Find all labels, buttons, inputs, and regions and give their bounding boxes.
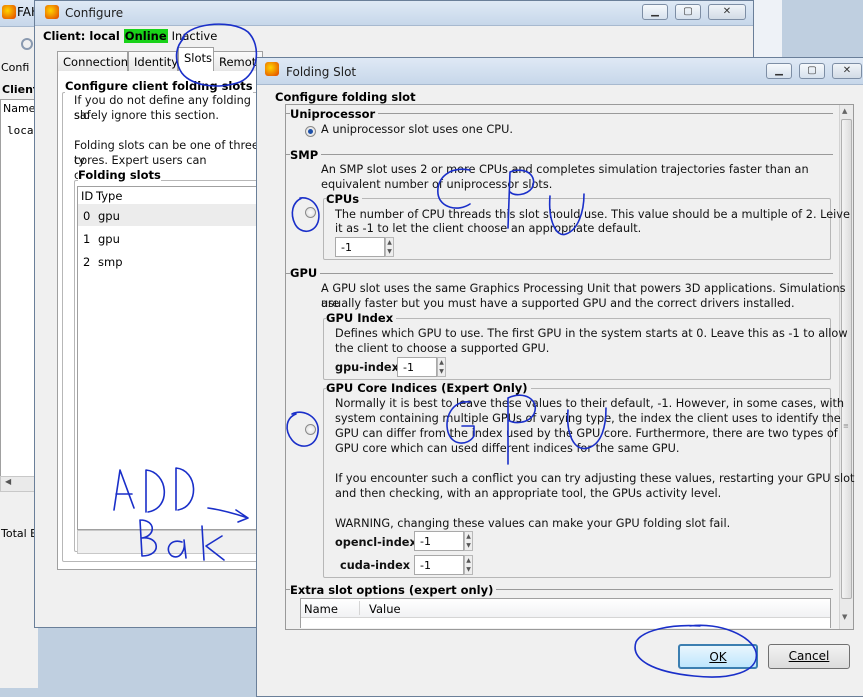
dialog-title: Folding Slot: [286, 65, 357, 79]
smp-rule: [286, 154, 833, 155]
configure-titlebar: Configure ▁ ▢ ✕: [35, 1, 753, 26]
client-slots-title: Configure client folding slots: [65, 79, 253, 93]
fah-toolbar-icon[interactable]: [21, 38, 33, 50]
row-type: gpu: [98, 232, 120, 246]
tab-connection[interactable]: Connection: [57, 51, 128, 71]
gpu-index-title: GPU Index: [326, 311, 397, 325]
tab-identity[interactable]: Identity: [128, 51, 178, 71]
smp-desc-1: An SMP slot uses 2 or more CPUs and comp…: [321, 163, 809, 176]
dialog-maximize-button[interactable]: ▢: [799, 63, 825, 79]
gpu-core-desc-1: Normally it is best to leave these value…: [335, 397, 845, 410]
opencl-index-input[interactable]: -1: [414, 531, 464, 551]
fah-config-label[interactable]: Confi: [1, 61, 29, 74]
table-row[interactable]: 2 smp: [78, 250, 256, 272]
cpus-input[interactable]: -1: [335, 237, 385, 257]
fah-hscroll[interactable]: ◀: [0, 476, 36, 492]
configure-minimize-button[interactable]: ▁: [642, 4, 668, 20]
status-inactive-text: Inactive: [171, 29, 218, 43]
configure-close-button[interactable]: ✕: [708, 4, 746, 20]
row-id: 0: [83, 209, 91, 223]
client-name: Client: local: [43, 29, 120, 43]
cpus-desc-1: The number of CPU threads this slot shou…: [335, 208, 850, 221]
tab-slots[interactable]: Slots: [178, 47, 214, 71]
col-type: Type: [96, 189, 123, 203]
extra-col-name: Name: [304, 602, 338, 616]
gpu-core-desc-2: system containing multiple GPUs of varyi…: [335, 412, 841, 425]
row-id: 2: [83, 255, 91, 269]
scroll-up-arrow-icon[interactable]: ▲: [842, 107, 847, 115]
scroll-down-arrow-icon[interactable]: ▼: [842, 613, 847, 621]
uniprocessor-radio[interactable]: [305, 126, 316, 137]
client-slots-group: Configure client folding slots If you do…: [62, 79, 262, 566]
gpu-core-desc-5: If you encounter such a conflict you can…: [335, 472, 855, 485]
dialog-heading: Configure folding slot: [275, 90, 416, 104]
table-row[interactable]: 0 gpu: [78, 204, 256, 226]
dialog-app-icon: [265, 62, 279, 76]
folding-slots-title: Folding slots: [78, 168, 161, 182]
configure-client-label: Client: local Online Inactive: [43, 29, 217, 43]
smp-radio[interactable]: [305, 207, 316, 218]
gpu-title: GPU: [290, 266, 321, 280]
uniprocessor-desc: A uniprocessor slot uses one CPU.: [321, 123, 513, 136]
configure-title: Configure: [65, 6, 124, 20]
gpu-core-warning: WARNING, changing these values can make …: [335, 517, 731, 530]
dialog-vscrollbar[interactable]: ▲ ≡ ▼: [839, 105, 853, 629]
cpus-title: CPUs: [326, 192, 363, 206]
ok-button[interactable]: OK: [678, 644, 758, 669]
gpu-index-desc-1: Defines which GPU to use. The first GPU …: [335, 327, 848, 340]
cuda-index-input[interactable]: -1: [414, 555, 464, 575]
extra-options-table[interactable]: Name Value: [300, 598, 831, 628]
table-row[interactable]: 1 gpu: [78, 227, 256, 249]
fah-total-label: Total E: [1, 527, 38, 540]
cancel-label: Cancel: [788, 649, 830, 663]
smp-desc-2: equivalent number of uniprocessor slots.: [321, 178, 553, 191]
extra-col-value: Value: [369, 602, 401, 616]
row-id: 1: [83, 232, 91, 246]
uniprocessor-title: Uniprocessor: [290, 107, 379, 121]
gpu-rule: [286, 273, 833, 274]
gpu-core-desc-6: and then checking, with an appropriate t…: [335, 487, 722, 500]
configure-maximize-button[interactable]: ▢: [675, 4, 701, 20]
opencl-index-label: opencl-index: [335, 536, 417, 549]
fah-name-col: Name: [3, 102, 36, 115]
gpu-index-desc-2: the client to choose a supported GPU.: [335, 342, 550, 355]
fah-app-icon: [2, 5, 16, 19]
fah-client-list[interactable]: Name local: [0, 99, 40, 479]
gpu-index-label: gpu-index: [335, 361, 399, 374]
slots-buttons-bar: [77, 530, 257, 554]
extra-title: Extra slot options (expert only): [290, 583, 497, 597]
smp-title: SMP: [290, 148, 322, 162]
scroll-grip-icon: ≡: [843, 422, 849, 430]
dialog-titlebar: Folding Slot ▁ ▢ ✕: [257, 58, 863, 85]
configure-app-icon: [45, 5, 59, 19]
cancel-button[interactable]: Cancel: [768, 644, 850, 669]
cuda-index-label: cuda-index: [340, 559, 411, 572]
ok-label: OK: [709, 650, 727, 664]
slots-list[interactable]: ID Type 0 gpu 1 gpu 2 smp: [77, 186, 257, 530]
gpu-index-stepper[interactable]: ▲ ▼: [437, 357, 446, 377]
gpu-core-desc-4: GPU core which can used different indice…: [335, 442, 680, 455]
dialog-minimize-button[interactable]: ▁: [766, 63, 792, 79]
intro-line-2: safely ignore this section.: [74, 109, 219, 122]
fah-client-header: Client: [2, 83, 39, 96]
cpus-stepper[interactable]: ▲ ▼: [385, 237, 394, 257]
gpu-index-input[interactable]: -1: [397, 357, 437, 377]
extra-col-divider: [359, 601, 360, 615]
row-type: smp: [98, 255, 123, 269]
row-type: gpu: [98, 209, 120, 223]
dialog-close-button[interactable]: ✕: [832, 63, 862, 79]
cuda-index-stepper[interactable]: ▲ ▼: [464, 555, 473, 575]
status-online-badge: Online: [123, 29, 168, 43]
gpu-core-title: GPU Core Indices (Expert Only): [326, 381, 531, 395]
cpus-desc-2: it as -1 to let the client choose an app…: [335, 222, 642, 235]
gpu-core-desc-3: GPU can differ from the index used by th…: [335, 427, 838, 440]
opencl-index-stepper[interactable]: ▲ ▼: [464, 531, 473, 551]
gpu-radio[interactable]: [305, 424, 316, 435]
scroll-thumb[interactable]: [841, 119, 852, 599]
col-id: ID: [81, 189, 94, 203]
gpu-desc-2: usually faster but you must have a suppo…: [321, 297, 795, 310]
